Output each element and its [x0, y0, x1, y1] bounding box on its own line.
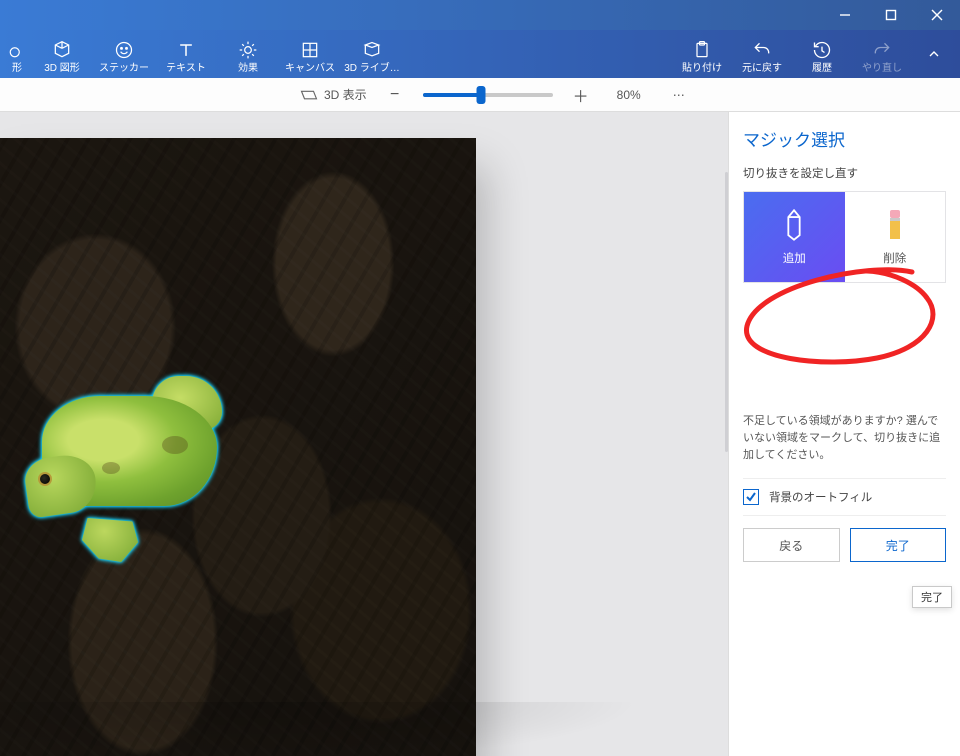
back-button-label: 戻る — [779, 537, 803, 554]
panel-title: マジック選択 — [743, 126, 946, 151]
zoom-slider[interactable] — [423, 93, 553, 97]
toolbar-history[interactable]: 履歴 — [794, 35, 850, 74]
add-tool-button[interactable]: 追加 — [744, 192, 845, 282]
shapes-icon — [8, 39, 26, 61]
main-toolbar: 形 3D 図形 ステッカー テキスト 効果 キャンバス 3D ライブ… 貼 — [0, 30, 960, 78]
refine-tool-pair: 追加 削除 — [743, 191, 946, 283]
text-icon — [176, 39, 196, 61]
toolbar-label: 効果 — [238, 63, 258, 74]
eraser-remove-icon — [884, 208, 906, 242]
canvas-icon — [300, 39, 320, 61]
autofill-row[interactable]: 背景のオートフィル — [743, 478, 946, 516]
toolbar-effects[interactable]: 効果 — [220, 35, 276, 74]
toolbar-3d-library[interactable]: 3D ライブ… — [344, 35, 400, 74]
zoom-more-button[interactable]: ⋯ — [667, 88, 693, 102]
toolbar-label: ステッカー — [99, 63, 149, 74]
add-tool-label: 追加 — [783, 250, 806, 266]
toolbar-label: 履歴 — [812, 63, 832, 74]
toolbar-label: 元に戻す — [742, 63, 782, 74]
toolbar-3d-shapes[interactable]: 3D 図形 — [34, 35, 90, 74]
effects-icon — [238, 39, 258, 61]
toolbar-label: 貼り付け — [682, 63, 722, 74]
panel-scrollbar[interactable] — [725, 172, 728, 452]
remove-tool-button[interactable]: 削除 — [845, 192, 946, 282]
toolbar-label: 3D ライブ… — [344, 63, 400, 74]
window-titlebar — [0, 0, 960, 30]
toolbar-collapse-chevron[interactable] — [914, 46, 954, 62]
toolbar-redo: やり直し — [854, 35, 910, 74]
pencil-add-icon — [780, 208, 808, 242]
toolbar-label: 3D 図形 — [44, 63, 80, 74]
zoom-in-button[interactable]: ＋ — [571, 83, 591, 107]
done-button-label: 完了 — [886, 537, 910, 554]
redo-icon — [872, 39, 892, 61]
toolbar-label: テキスト — [166, 63, 206, 74]
canvas-area[interactable] — [0, 112, 728, 756]
zoom-out-button[interactable]: − — [385, 86, 405, 104]
window-close-button[interactable] — [914, 0, 960, 30]
panel-subtitle: 切り抜きを設定し直す — [743, 165, 946, 181]
undo-icon — [752, 39, 772, 61]
cube-icon — [52, 39, 72, 61]
magic-select-selection[interactable] — [22, 368, 242, 568]
panel-hint-text: 不足している領域がありますか? 選んでいない領域をマークして、切り抜きに追加して… — [743, 413, 946, 464]
toolbar-stickers[interactable]: ステッカー — [96, 35, 152, 74]
toolbar-label: キャンバス — [285, 63, 335, 74]
view-3d-toggle[interactable]: 3D 表示 — [300, 86, 367, 103]
canvas-image[interactable] — [0, 138, 476, 756]
window-minimize-button[interactable] — [822, 0, 868, 30]
remove-tool-label: 削除 — [883, 250, 906, 266]
toolbar-canvas[interactable]: キャンバス — [282, 35, 338, 74]
toolbar-undo[interactable]: 元に戻す — [734, 35, 790, 74]
done-button[interactable]: 完了 — [850, 528, 947, 562]
sticker-icon — [114, 39, 134, 61]
history-icon — [812, 39, 832, 61]
zoom-bar: 3D 表示 − ＋ 80% ⋯ — [0, 78, 960, 112]
zoom-percent[interactable]: 80% — [609, 88, 649, 102]
zoom-slider-thumb[interactable] — [477, 86, 486, 104]
done-tooltip: 完了 — [912, 586, 952, 608]
paste-icon — [692, 39, 712, 61]
view-3d-label: 3D 表示 — [324, 86, 367, 103]
toolbar-shapes-partial[interactable]: 形 — [6, 35, 28, 74]
autofill-checkbox[interactable] — [743, 489, 759, 505]
back-button[interactable]: 戻る — [743, 528, 840, 562]
toolbar-text[interactable]: テキスト — [158, 35, 214, 74]
window-maximize-button[interactable] — [868, 0, 914, 30]
view-3d-icon — [300, 88, 318, 102]
toolbar-paste[interactable]: 貼り付け — [674, 35, 730, 74]
library-icon — [362, 39, 382, 61]
autofill-label: 背景のオートフィル — [769, 489, 872, 505]
toolbar-label: やり直し — [862, 63, 902, 74]
magic-select-panel: マジック選択 切り抜きを設定し直す 追加 削除 — [728, 112, 960, 756]
toolbar-label: 形 — [12, 63, 22, 74]
